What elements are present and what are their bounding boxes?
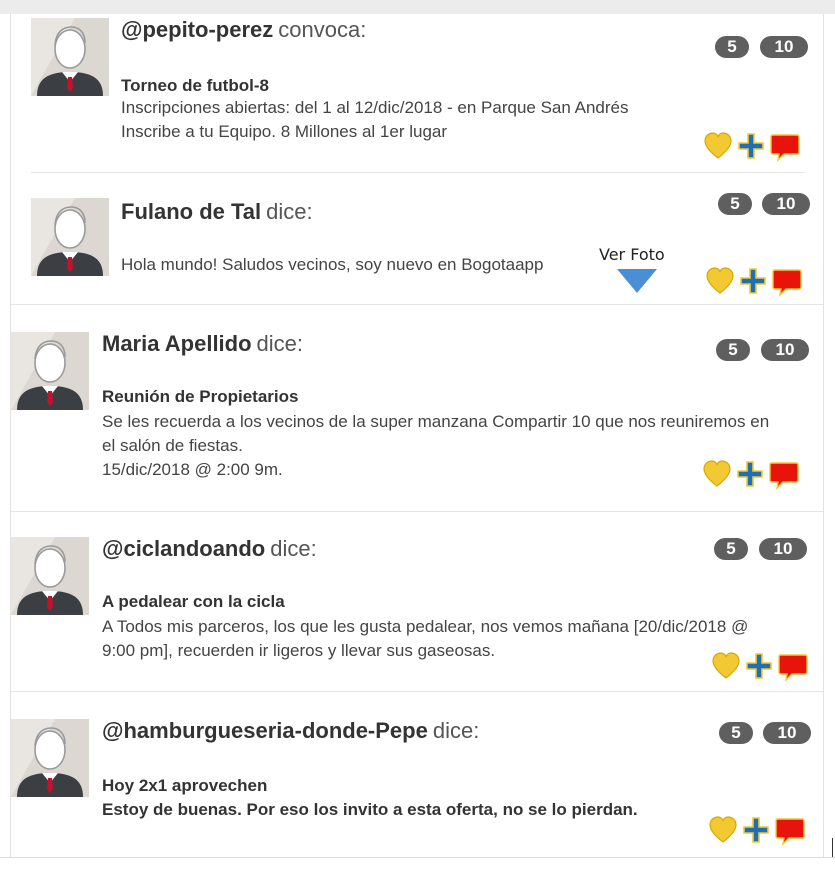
post-subject: A pedalear con la cicla <box>102 592 285 611</box>
count-badge-small[interactable]: 5 <box>716 339 750 361</box>
post-body-line: el salón de fiestas. <box>102 436 243 455</box>
post-header: @pepito-perez convoca: <box>121 17 366 43</box>
post-actions <box>703 132 800 165</box>
speech-bubble-icon[interactable] <box>778 652 808 687</box>
post-item: Maria Apellido dice: 5 10 Reunión de Prop… <box>11 305 823 512</box>
post-body-line: 15/dic/2018 @ 2:00 9m. <box>102 460 283 479</box>
post-verb: dice: <box>256 331 304 356</box>
user-avatar-placeholder[interactable] <box>11 332 89 410</box>
user-avatar-placeholder[interactable] <box>31 198 109 276</box>
post-author[interactable]: Maria Apellido <box>102 331 252 356</box>
user-avatar-placeholder[interactable] <box>31 18 109 96</box>
post-actions <box>705 267 802 300</box>
post-actions <box>702 460 799 493</box>
post-author[interactable]: @pepito-perez <box>121 17 273 42</box>
post-actions <box>711 652 808 685</box>
post-author[interactable]: @ciclandoando <box>102 536 265 561</box>
count-badge-small[interactable]: 5 <box>714 538 748 560</box>
heart-icon[interactable] <box>711 652 741 685</box>
post-author[interactable]: @hamburgueseria-donde-Pepe <box>102 718 428 743</box>
post-subject: Reunión de Propietarios <box>102 387 299 406</box>
plus-icon[interactable] <box>740 267 766 300</box>
post-header: Fulano de Tal dice: <box>121 199 313 225</box>
posts-feed[interactable]: @pepito-perez convoca: 5 10 Torneo de fut… <box>10 14 824 858</box>
user-avatar-placeholder[interactable] <box>11 719 89 797</box>
post-verb: convoca: <box>278 17 367 42</box>
post-body-line: Estoy de buenas. Por eso los invito a es… <box>102 800 638 819</box>
speech-bubble-icon[interactable] <box>770 132 800 167</box>
post-item: @pepito-perez convoca: 5 10 Torneo de fut… <box>11 14 823 173</box>
post-subject: Hoy 2x1 aprovechen <box>102 776 268 795</box>
post-item: @hamburgueseria-donde-Pepe dice: 5 10 Hoy… <box>11 692 823 858</box>
post-header: @hamburgueseria-donde-Pepe dice: <box>102 718 479 744</box>
count-badge-large[interactable]: 10 <box>761 339 809 361</box>
count-badge-small[interactable]: 5 <box>715 36 749 58</box>
post-item: @ciclandoando dice: 5 10 A pedalear con l… <box>11 512 823 692</box>
post-header: Maria Apellido dice: <box>102 331 303 357</box>
count-badge-large[interactable]: 10 <box>760 36 808 58</box>
post-body-line: A Todos mis parceros, los que les gusta … <box>102 617 749 636</box>
post-verb: dice: <box>266 199 313 224</box>
count-badge-large[interactable]: 10 <box>763 722 811 744</box>
heart-icon[interactable] <box>708 816 738 849</box>
post-verb: dice: <box>270 536 317 561</box>
post-author[interactable]: Fulano de Tal <box>121 199 261 224</box>
post-body-line: 9:00 pm], recuerden ir ligeros y llevar … <box>102 641 496 660</box>
plus-icon[interactable] <box>737 460 763 493</box>
post-actions <box>708 816 805 849</box>
plus-icon[interactable] <box>743 816 769 849</box>
post-body-line: Hola mundo! Saludos vecinos, soy nuevo e… <box>121 255 544 274</box>
post-body-line: Se les recuerda a los vecinos de la supe… <box>102 412 770 431</box>
view-photo-label[interactable]: Ver Foto <box>599 245 665 264</box>
bottom-divider <box>0 857 835 858</box>
post-subject: Torneo de futbol-8 <box>121 76 269 95</box>
top-strip <box>0 0 835 14</box>
count-badge-large[interactable]: 10 <box>759 538 807 560</box>
post-header: @ciclandoando dice: <box>102 536 317 562</box>
view-photo-arrow-icon[interactable] <box>617 269 657 298</box>
post-verb: dice: <box>432 718 480 743</box>
post-body-line: Inscribe a tu Equipo. 8 Millones al 1er … <box>121 122 448 141</box>
text-cursor <box>832 838 833 857</box>
plus-icon[interactable] <box>738 132 764 165</box>
count-badge-small[interactable]: 5 <box>718 193 752 215</box>
post-body-line: Inscripciones abiertas: del 1 al 12/dic/… <box>121 98 629 117</box>
count-badge-large[interactable]: 10 <box>762 193 810 215</box>
post-item: Fulano de Tal dice: 5 10 Hola mundo! Salu… <box>11 173 823 305</box>
heart-icon[interactable] <box>703 132 733 165</box>
user-avatar-placeholder[interactable] <box>11 537 89 615</box>
heart-icon[interactable] <box>705 267 735 300</box>
heart-icon[interactable] <box>702 460 732 493</box>
speech-bubble-icon[interactable] <box>775 816 805 851</box>
speech-bubble-icon[interactable] <box>769 460 799 495</box>
speech-bubble-icon[interactable] <box>772 267 802 302</box>
plus-icon[interactable] <box>746 652 772 685</box>
count-badge-small[interactable]: 5 <box>719 722 753 744</box>
